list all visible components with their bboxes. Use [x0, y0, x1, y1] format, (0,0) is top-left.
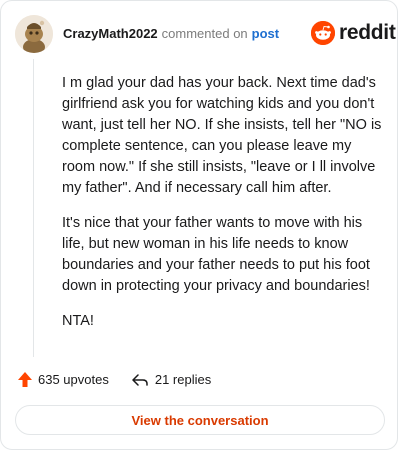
replies-button[interactable]: 21 replies — [131, 372, 211, 387]
reddit-wordmark: reddit — [339, 21, 396, 44]
comment-paragraph: NTA! — [62, 313, 94, 329]
commented-on-text: commented on — [161, 26, 248, 41]
comment-body: I m glad your dad has your back. Next ti… — [62, 73, 384, 346]
reddit-logo-icon — [311, 21, 335, 45]
comment-header: CrazyMath2022 commented on post — [63, 26, 279, 41]
comment-paragraph: I m glad your dad has your back. Next ti… — [62, 75, 382, 196]
upvote-count: 635 upvotes — [38, 372, 109, 387]
comment-paragraph: It's nice that your father wants to move… — [62, 215, 370, 294]
comment-actions: 635 upvotes 21 replies — [17, 371, 211, 388]
reddit-logo[interactable]: reddit — [311, 19, 396, 47]
thread-line — [33, 59, 34, 357]
upvote-arrow-icon — [18, 372, 32, 387]
username-link[interactable]: CrazyMath2022 — [63, 26, 158, 41]
user-avatar[interactable] — [15, 15, 53, 53]
reply-arrow-icon — [132, 373, 148, 386]
view-conversation-button[interactable]: View the conversation — [15, 405, 385, 435]
snoo-avatar-icon — [15, 15, 53, 53]
replies-count: 21 replies — [154, 372, 212, 387]
post-link[interactable]: post — [252, 26, 279, 41]
upvote-button[interactable]: 635 upvotes — [17, 371, 109, 388]
comment-card: CrazyMath2022 commented on post reddit I m… — [0, 0, 398, 450]
